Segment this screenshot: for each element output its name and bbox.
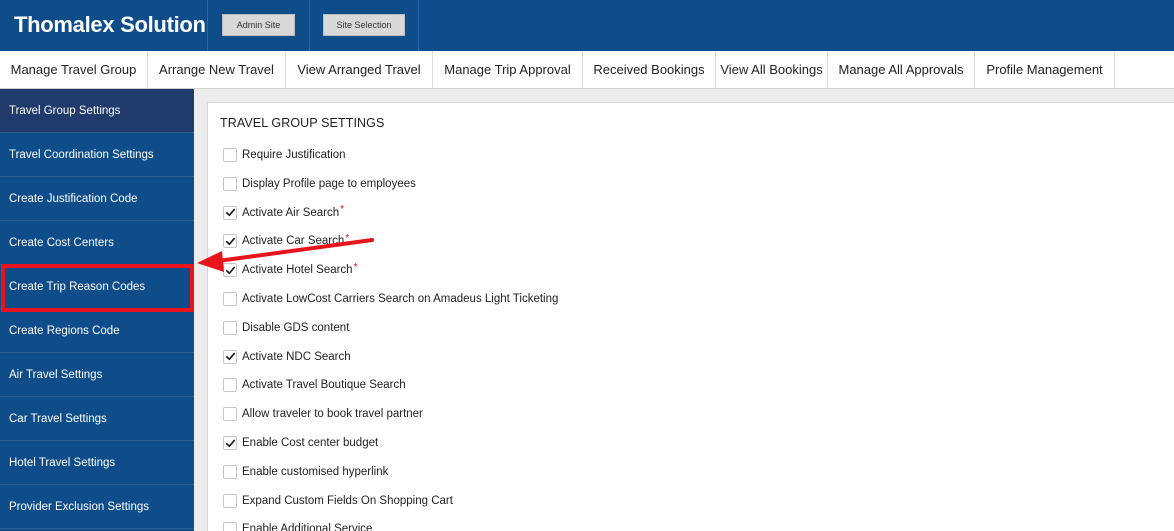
settings-panel: TRAVEL GROUP SETTINGS Require Justificat… [207, 102, 1174, 531]
sidebar-item-create-justification-code[interactable]: Create Justification Code [0, 177, 194, 221]
option-checkbox[interactable] [223, 522, 237, 531]
nav-manage-all-approvals[interactable]: Manage All Approvals [828, 51, 975, 88]
sidebar-item-provider-exclusion-settings[interactable]: Provider Exclusion Settings [0, 485, 194, 529]
required-marker: * [345, 232, 350, 244]
option-row: Activate Hotel Search * [223, 262, 358, 278]
checkmark-icon [225, 351, 236, 362]
option-checkbox[interactable] [223, 234, 237, 249]
nav-received-bookings[interactable]: Received Bookings [583, 51, 716, 88]
option-row: Enable Cost center budget [223, 435, 378, 451]
option-row: Activate NDC Search [223, 349, 351, 365]
sidebar-item-travel-group-settings[interactable]: Travel Group Settings [0, 89, 194, 133]
top-divider [207, 0, 208, 51]
option-row: Activate Car Search * [223, 233, 349, 249]
option-checkbox[interactable] [223, 436, 237, 450]
required-marker: * [353, 261, 358, 273]
option-row: Enable customised hyperlink [223, 464, 388, 480]
nav-view-all-bookings[interactable]: View All Bookings [716, 51, 828, 88]
option-label: Expand Custom Fields On Shopping Cart [242, 494, 453, 507]
panel-title: TRAVEL GROUP SETTINGS [220, 116, 385, 130]
option-row: Require Justification [223, 147, 346, 163]
sidebar-item-car-travel-settings[interactable]: Car Travel Settings [0, 397, 194, 441]
nav-view-arranged-travel[interactable]: View Arranged Travel [286, 51, 433, 88]
option-label: Activate Car Search [242, 235, 345, 248]
option-checkbox[interactable] [223, 407, 237, 422]
required-marker: * [340, 204, 345, 216]
admin-site-button[interactable]: Admin Site [222, 14, 295, 36]
nav-profile-management[interactable]: Profile Management [975, 51, 1115, 88]
option-row: Activate Travel Boutique Search [223, 377, 406, 393]
option-row: Activate Air Search * [223, 204, 345, 221]
option-row: Expand Custom Fields On Shopping Cart [223, 493, 453, 509]
top-divider [418, 0, 419, 51]
option-checkbox[interactable] [223, 378, 237, 393]
option-row: Enable Additional Service [223, 521, 372, 531]
sidebar: Travel Group Settings Travel Coordination… [0, 89, 194, 531]
option-row: Activate LowCost Carriers Search on Amad… [223, 291, 558, 307]
option-checkbox[interactable] [223, 263, 237, 278]
option-label: Enable Additional Service [242, 523, 373, 531]
checkmark-icon [225, 438, 236, 449]
option-checkbox[interactable] [223, 148, 237, 162]
option-label: Allow traveler to book travel partner [242, 408, 423, 421]
option-label: Enable customised hyperlink [242, 465, 389, 478]
option-checkbox[interactable] [223, 292, 237, 306]
sidebar-item-hotel-travel-settings[interactable]: Hotel Travel Settings [0, 441, 194, 485]
sidebar-item-create-trip-reason-codes[interactable]: Create Trip Reason Codes [0, 265, 194, 309]
option-label: Activate Hotel Search [242, 264, 353, 277]
sidebar-item-create-cost-centers[interactable]: Create Cost Centers [0, 221, 194, 265]
option-label: Require Justification [242, 149, 346, 161]
option-label: Activate Travel Boutique Search [242, 379, 406, 392]
option-row: Display Profile page to employees [223, 176, 416, 192]
sidebar-item-create-regions-code[interactable]: Create Regions Code [0, 309, 194, 353]
nav-manage-travel-group[interactable]: Manage Travel Group [0, 51, 148, 88]
sidebar-item-air-travel-settings[interactable]: Air Travel Settings [0, 353, 194, 397]
main-nav: Manage Travel Group Arrange New Travel Vie… [0, 51, 1174, 89]
checkmark-icon [225, 207, 236, 218]
site-selection-button[interactable]: Site Selection [323, 14, 405, 36]
option-checkbox[interactable] [223, 464, 237, 479]
brand-title: Thomalex Solution [14, 12, 206, 37]
option-checkbox[interactable] [223, 176, 237, 191]
option-label: Activate LowCost Carriers Search on Amad… [242, 293, 559, 305]
top-bar: Thomalex Solution Admin Site Site Select… [0, 0, 1174, 51]
option-label: Disable GDS content [242, 321, 350, 334]
nav-manage-trip-approval[interactable]: Manage Trip Approval [433, 51, 583, 88]
option-label: Activate NDC Search [242, 350, 351, 363]
option-checkbox[interactable] [223, 349, 237, 364]
checkmark-icon [225, 265, 236, 276]
option-label: Display Profile page to employees [242, 177, 416, 190]
option-row: Allow traveler to book travel partner [223, 406, 423, 422]
nav-arrange-new-travel[interactable]: Arrange New Travel [148, 51, 286, 88]
option-label: Enable Cost center budget [242, 437, 379, 449]
option-checkbox[interactable] [223, 493, 237, 508]
sidebar-item-travel-coordination-settings[interactable]: Travel Coordination Settings [0, 133, 194, 177]
option-label: Activate Air Search [242, 206, 340, 219]
option-checkbox[interactable] [223, 320, 237, 335]
checkmark-icon [225, 236, 236, 247]
option-row: Disable GDS content [223, 320, 349, 336]
option-checkbox[interactable] [223, 205, 237, 220]
top-divider [309, 0, 310, 51]
